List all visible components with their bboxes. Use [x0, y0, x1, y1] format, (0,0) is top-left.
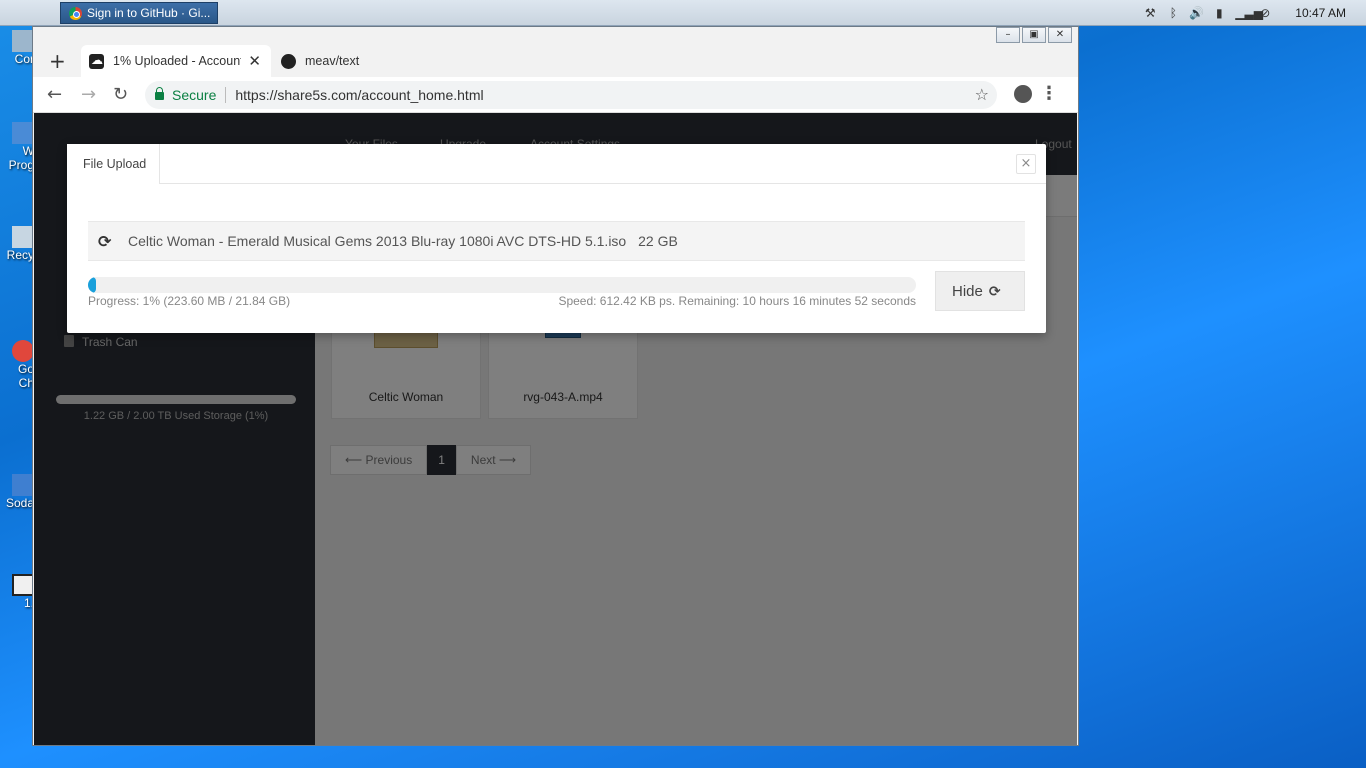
tab-close-icon[interactable]: ✕ — [248, 52, 261, 70]
minimize-button[interactable]: – — [996, 27, 1020, 43]
sync-icon: ⟳ — [98, 232, 112, 251]
github-icon — [281, 54, 296, 69]
upload-progress-text: Progress: 1% (223.60 MB / 21.84 GB) — [88, 294, 291, 308]
upload-file-size: 22 GB — [638, 233, 678, 249]
system-tray: ⚒ ᛒ 🔊 ▮ ▁▃▅ ⊘ 10:47 AM — [1143, 0, 1366, 26]
browser-toolbar: ← → ↻ Secure https://share5s.com/account_… — [33, 77, 1078, 113]
taskbar-chrome-button[interactable]: Sign in to GitHub · Gi... — [60, 2, 218, 24]
forward-icon[interactable]: → — [81, 84, 96, 105]
hide-button[interactable]: Hide ⟳ — [935, 271, 1025, 311]
new-tab-button[interactable]: + — [49, 49, 66, 73]
maximize-button[interactable]: ▣ — [1022, 27, 1046, 43]
shortcut-icon — [12, 122, 34, 144]
lock-icon — [155, 87, 164, 100]
tab-title: 1% Uploaded - Account H — [113, 54, 241, 68]
taskbar-button-label: Sign in to GitHub · Gi... — [87, 6, 211, 20]
tab-account-home[interactable]: 1% Uploaded - Account H ✕ — [81, 45, 271, 77]
upload-file-name: Celtic Woman - Emerald Musical Gems 2013… — [128, 233, 627, 249]
address-bar[interactable]: Secure https://share5s.com/account_home.h… — [145, 81, 997, 109]
upload-progress-bar — [88, 277, 916, 293]
upload-file-row: ⟳ Celtic Woman - Emerald Musical Gems 20… — [88, 221, 1025, 261]
menu-icon[interactable]: ⋮ — [1040, 83, 1058, 104]
signal-icon[interactable]: ▁▃▅ — [1235, 6, 1263, 20]
battery-icon[interactable]: ▮ — [1212, 6, 1226, 20]
bluetooth-icon[interactable]: ᛒ — [1166, 6, 1180, 20]
upload-progress-fill — [88, 277, 97, 293]
window-controls: – ▣ ✕ — [996, 27, 1072, 43]
computer-icon — [12, 30, 34, 52]
file-icon — [12, 574, 34, 596]
url-text: https://share5s.com/account_home.html — [235, 87, 484, 103]
chrome-icon — [69, 7, 82, 20]
desktop-icon-label: W Prog — [8, 144, 34, 172]
desktop-icon-label: Soda — [5, 496, 34, 510]
omnibox-separator — [225, 87, 227, 103]
account-icon[interactable] — [1014, 85, 1032, 103]
tab-title: meav/text — [305, 54, 360, 68]
back-icon[interactable]: ← — [47, 84, 62, 105]
desktop-icon-soda[interactable]: Soda — [0, 474, 34, 510]
upload-speed-text: Speed: 612.42 KB ps. Remaining: 10 hours… — [558, 294, 916, 308]
modal-tab-file-upload[interactable]: File Upload — [67, 144, 160, 184]
network-icon[interactable]: ⊘ — [1258, 6, 1272, 20]
desktop-icon-program[interactable]: W Prog — [0, 122, 34, 172]
desktop-icon-file[interactable]: 1. — [0, 574, 34, 610]
desktop-icon-chrome[interactable]: Go Ch — [0, 340, 34, 390]
recycle-bin-icon — [12, 226, 34, 248]
web-page: Trash Can 1.22 GB / 2.00 TB Used Storage… — [34, 113, 1077, 745]
chrome-shortcut-icon — [12, 340, 34, 362]
reload-icon[interactable]: ↻ — [113, 84, 128, 105]
clock[interactable]: 10:47 AM — [1295, 6, 1346, 20]
hide-button-label: Hide — [952, 283, 983, 300]
modal-close-button[interactable]: × — [1016, 154, 1036, 174]
desktop-icon-recycle-bin[interactable]: Recy — [0, 226, 34, 262]
close-window-button[interactable]: ✕ — [1048, 27, 1072, 43]
volume-icon[interactable]: 🔊 — [1189, 6, 1204, 20]
desktop-icon-label: Recy — [6, 248, 34, 262]
tools-icon[interactable]: ⚒ — [1143, 6, 1157, 20]
file-upload-modal: File Upload × ⟳ Celtic Woman - Emerald M… — [67, 144, 1046, 333]
desktop-icon-computer[interactable]: Cor — [0, 30, 34, 66]
shortcut-icon — [12, 474, 34, 496]
tab-github[interactable]: meav/text — [273, 45, 433, 77]
cloud-upload-icon — [89, 53, 104, 69]
browser-window: – ▣ ✕ + 1% Uploaded - Account H ✕ meav/t… — [32, 26, 1079, 746]
bookmark-star-icon[interactable]: ☆ — [975, 85, 989, 104]
modal-header: File Upload × — [67, 144, 1046, 184]
secure-label: Secure — [172, 87, 217, 103]
tab-strip: + 1% Uploaded - Account H ✕ meav/text — [33, 43, 1078, 77]
sync-icon: ⟳ — [988, 284, 1001, 300]
taskbar: Sign in to GitHub · Gi... ⚒ ᛒ 🔊 ▮ ▁▃▅ ⊘ … — [0, 0, 1366, 26]
